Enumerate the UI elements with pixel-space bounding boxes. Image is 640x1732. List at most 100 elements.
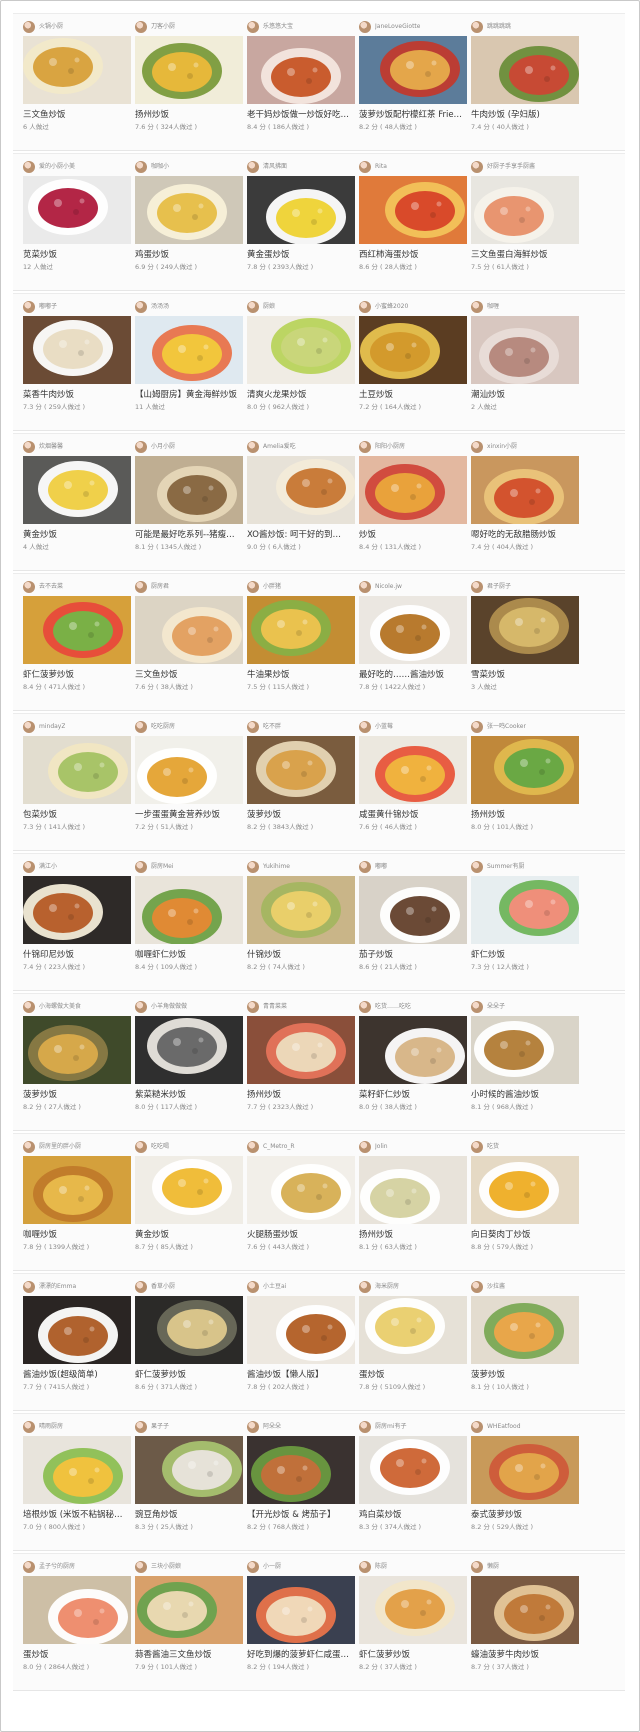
recipe-author[interactable]: 张一鸣Cooker xyxy=(471,720,579,734)
recipe-title[interactable]: 什锦印尼炒饭 xyxy=(23,949,131,961)
author-avatar[interactable] xyxy=(247,581,259,593)
recipe-author[interactable]: 汤汤汤 xyxy=(135,300,243,314)
recipe-card[interactable]: 嘟嘟 茄子炒饭 8.6 分 ( 21人做过 ) xyxy=(359,860,467,982)
recipe-title[interactable]: 虾仁炒饭 xyxy=(471,949,579,961)
author-avatar[interactable] xyxy=(23,441,35,453)
recipe-card[interactable]: WHEatfood 泰式菠萝炒饭 8.2 分 ( 529人做过 ) xyxy=(471,1420,579,1542)
author-name[interactable]: 汤汤汤 xyxy=(151,301,169,313)
author-avatar[interactable] xyxy=(471,1141,483,1153)
recipe-thumbnail[interactable] xyxy=(471,1016,579,1084)
recipe-card[interactable]: 咖喱 潮汕炒饭 2 人做过 xyxy=(471,300,579,422)
author-avatar[interactable] xyxy=(23,1421,35,1433)
author-avatar[interactable] xyxy=(471,581,483,593)
recipe-author[interactable]: Nicole.jw xyxy=(359,580,467,594)
recipe-card[interactable]: 厨房Mei 咖喱虾仁炒饭 8.4 分 ( 109人做过 ) xyxy=(135,860,243,982)
author-name[interactable]: 厨房mi有子 xyxy=(375,1421,407,1433)
author-avatar[interactable] xyxy=(23,1281,35,1293)
author-avatar[interactable] xyxy=(135,1561,147,1573)
recipe-author[interactable]: 咖咖小 xyxy=(135,160,243,174)
recipe-title[interactable]: 苋菜炒饭 xyxy=(23,249,131,261)
author-name[interactable]: 孟子兮的厨房 xyxy=(39,1561,75,1573)
recipe-card[interactable]: mindayZ 包菜炒饭 7.3 分 ( 141人做过 ) xyxy=(23,720,131,842)
author-avatar[interactable] xyxy=(135,861,147,873)
recipe-card[interactable]: 沙拉酱 菠萝炒饭 8.1 分 ( 10人做过 ) xyxy=(471,1280,579,1402)
recipe-author[interactable]: 小胖猪 xyxy=(247,580,355,594)
recipe-thumbnail[interactable] xyxy=(135,1296,243,1364)
recipe-author[interactable]: Yukihime xyxy=(247,860,355,874)
recipe-title[interactable]: 虾仁菠萝炒饭 xyxy=(135,1369,243,1381)
recipe-thumbnail[interactable] xyxy=(135,876,243,944)
recipe-thumbnail[interactable] xyxy=(247,36,355,104)
recipe-card[interactable]: Jolin 扬州炒饭 8.1 分 ( 63人做过 ) xyxy=(359,1140,467,1262)
author-avatar[interactable] xyxy=(471,1001,483,1013)
recipe-thumbnail[interactable] xyxy=(23,1156,131,1224)
recipe-author[interactable]: 孟子兮的厨房 xyxy=(23,1560,131,1574)
recipe-title[interactable]: 泰式菠萝炒饭 xyxy=(471,1509,579,1521)
author-name[interactable]: 嘟嘟子 xyxy=(39,301,57,313)
recipe-author[interactable]: 厨房mi有子 xyxy=(359,1420,467,1434)
recipe-card[interactable]: 吃货 向日葵肉丁炒饭 8.8 分 ( 579人做过 ) xyxy=(471,1140,579,1262)
recipe-title[interactable]: 菜籽虾仁炒饭 xyxy=(359,1089,467,1101)
author-avatar[interactable] xyxy=(471,1281,483,1293)
recipe-title[interactable]: 扬州炒饭 xyxy=(135,109,243,121)
author-avatar[interactable] xyxy=(23,1561,35,1573)
recipe-author[interactable]: mindayZ xyxy=(23,720,131,734)
recipe-title[interactable]: 豌豆角炒饭 xyxy=(135,1509,243,1521)
author-avatar[interactable] xyxy=(23,1001,35,1013)
recipe-title[interactable]: 蛋炒饭 xyxy=(359,1369,467,1381)
recipe-card[interactable]: 小羊角做做做 紫菜糙米炒饭 8.0 分 ( 117人做过 ) xyxy=(135,1000,243,1122)
recipe-author[interactable]: 吃不胖 xyxy=(247,720,355,734)
recipe-thumbnail[interactable] xyxy=(135,456,243,524)
recipe-thumbnail[interactable] xyxy=(471,736,579,804)
recipe-thumbnail[interactable] xyxy=(359,316,467,384)
author-avatar[interactable] xyxy=(23,161,35,173)
recipe-card[interactable]: 去不去菜 虾仁菠萝炒饭 8.4 分 ( 471人做过 ) xyxy=(23,580,131,702)
recipe-card[interactable]: 小胖猪 牛油果炒饭 7.5 分 ( 115人做过 ) xyxy=(247,580,355,702)
recipe-thumbnail[interactable] xyxy=(23,1436,131,1504)
author-avatar[interactable] xyxy=(23,1141,35,1153)
recipe-author[interactable]: 好厨子手享手厨酱 xyxy=(471,160,579,174)
recipe-author[interactable]: 阿朵朵 xyxy=(247,1420,355,1434)
recipe-author[interactable]: 吃吃厨房 xyxy=(135,720,243,734)
author-name[interactable]: 小一厨 xyxy=(263,1561,281,1573)
recipe-card[interactable]: 乐悠悠大宝 老干妈炒饭做一炒饭好吃… 8.4 分 ( 186人做过 ) xyxy=(247,20,355,142)
recipe-card[interactable]: 青青菜菜 扬州炒饭 7.7 分 ( 2323人做过 ) xyxy=(247,1000,355,1122)
recipe-author[interactable]: 小蜜蜂2020 xyxy=(359,300,467,314)
author-name[interactable]: 朵朵子 xyxy=(487,1001,505,1013)
recipe-author[interactable]: xinxin小厨 xyxy=(471,440,579,454)
recipe-title[interactable]: 扬州炒饭 xyxy=(471,809,579,821)
recipe-author[interactable]: 阳阳小厨房 xyxy=(359,440,467,454)
recipe-author[interactable]: 青青菜菜 xyxy=(247,1000,355,1014)
author-avatar[interactable] xyxy=(135,1001,147,1013)
recipe-author[interactable]: 刀客小厨 xyxy=(135,20,243,34)
recipe-title[interactable]: 蛋炒饭 xyxy=(23,1649,131,1661)
recipe-thumbnail[interactable] xyxy=(247,176,355,244)
recipe-card[interactable]: 张一鸣Cooker 扬州炒饭 8.0 分 ( 101人做过 ) xyxy=(471,720,579,842)
recipe-thumbnail[interactable] xyxy=(135,736,243,804)
recipe-card[interactable]: 小蓝莓 咸蛋黄什锦炒饭 7.6 分 ( 46人做过 ) xyxy=(359,720,467,842)
author-name[interactable]: 吃不胖 xyxy=(263,721,281,733)
recipe-card[interactable]: 吃吃厨房 一步蛋蛋黄金营养炒饭 7.2 分 ( 51人做过 ) xyxy=(135,720,243,842)
author-name[interactable]: 清风拂面 xyxy=(263,161,287,173)
author-avatar[interactable] xyxy=(135,1141,147,1153)
author-avatar[interactable] xyxy=(359,441,371,453)
recipe-title[interactable]: 清爽火龙果炒饭 xyxy=(247,389,355,401)
author-avatar[interactable] xyxy=(471,441,483,453)
recipe-author[interactable]: 果子子 xyxy=(135,1420,243,1434)
recipe-title[interactable]: 菠萝炒饭 xyxy=(247,809,355,821)
recipe-thumbnail[interactable] xyxy=(23,596,131,664)
recipe-title[interactable]: 扬州炒饭 xyxy=(359,1229,467,1241)
recipe-card[interactable]: 厨房mi有子 鸡白菜炒饭 8.3 分 ( 374人做过 ) xyxy=(359,1420,467,1542)
author-name[interactable]: 小蜜蜂2020 xyxy=(375,301,408,313)
author-name[interactable]: 炊烟馨馨 xyxy=(39,441,63,453)
recipe-title[interactable]: 扬州炒饭 xyxy=(247,1089,355,1101)
recipe-thumbnail[interactable] xyxy=(471,1156,579,1224)
author-avatar[interactable] xyxy=(247,1421,259,1433)
author-avatar[interactable] xyxy=(247,1561,259,1573)
author-name[interactable]: 小土豆ai xyxy=(263,1281,286,1293)
recipe-thumbnail[interactable] xyxy=(471,316,579,384)
author-name[interactable]: 咖喱 xyxy=(487,301,499,313)
recipe-author[interactable]: WHEatfood xyxy=(471,1420,579,1434)
author-avatar[interactable] xyxy=(359,861,371,873)
recipe-title[interactable]: 蠔油菠萝牛肉炒饭 xyxy=(471,1649,579,1661)
